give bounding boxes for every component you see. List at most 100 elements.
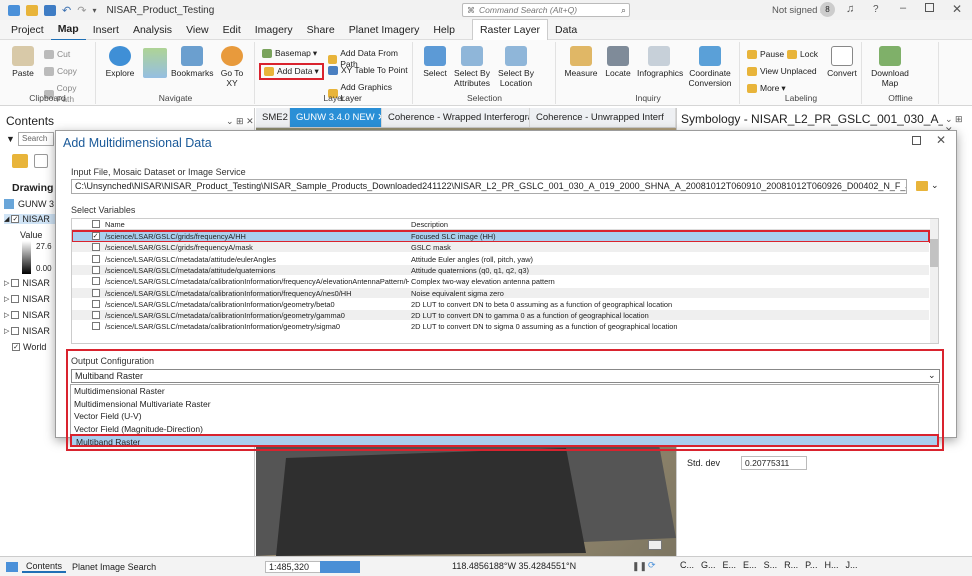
layer-checkbox[interactable]	[11, 279, 20, 287]
close-dialog-icon[interactable]: ✕	[936, 133, 946, 147]
layer-gunw[interactable]: GUNW 3	[4, 199, 54, 209]
menu-project[interactable]: Project	[4, 20, 51, 40]
option-multidimensional-raster[interactable]: Multidimensional Raster	[70, 385, 939, 398]
tab-s[interactable]: S...	[764, 560, 778, 570]
variable-checkbox[interactable]: ✓	[91, 232, 100, 241]
list-by-drawing-order-icon[interactable]	[12, 154, 28, 168]
col-desc-header[interactable]: Description	[409, 219, 929, 229]
basemap-button[interactable]: Basemap ▾	[262, 48, 317, 59]
pause-drawing-icon[interactable]: ❚❚	[632, 561, 647, 572]
refresh-icon[interactable]: ⟳	[648, 560, 656, 571]
chevron-down-icon[interactable]: ⌄	[931, 180, 939, 191]
select-all-checkbox[interactable]	[91, 220, 100, 229]
tab-g[interactable]: G...	[701, 560, 716, 570]
layer-world[interactable]: ✓ World	[12, 342, 46, 352]
map-nav-icons[interactable]	[320, 561, 360, 573]
zoom-tools-icon[interactable]	[143, 48, 167, 78]
layer-checkbox[interactable]	[11, 327, 20, 335]
tab-r[interactable]: R...	[784, 560, 798, 570]
table-row[interactable]: /science/LSAR/GSLC/metadata/calibrationI…	[72, 287, 929, 299]
menu-data[interactable]: Data	[548, 20, 584, 40]
paste-button[interactable]: Paste	[6, 46, 40, 78]
table-row[interactable]: /science/LSAR/GSLC/metadata/attitude/qua…	[72, 264, 929, 277]
menu-planet-imagery[interactable]: Planet Imagery	[342, 20, 427, 40]
download-map-button[interactable]: Download Map	[869, 46, 911, 88]
close-window-icon[interactable]: ✕	[952, 2, 962, 16]
tab-sme2[interactable]: SME2	[256, 108, 290, 127]
copy-button[interactable]: Copy	[44, 66, 77, 77]
menu-view[interactable]: View	[179, 20, 216, 40]
contents-search-input[interactable]: Search	[18, 132, 54, 146]
tab-j[interactable]: J...	[845, 560, 857, 570]
variable-checkbox[interactable]	[91, 277, 100, 286]
user-avatar[interactable]: 8	[820, 2, 835, 17]
table-row[interactable]: /science/LSAR/GSLC/metadata/attitude/eul…	[72, 254, 929, 265]
col-name-header[interactable]: Name	[103, 219, 409, 229]
pause-button[interactable]: Pause	[747, 49, 784, 60]
tab-e2[interactable]: E...	[743, 560, 757, 570]
variable-checkbox[interactable]	[91, 254, 100, 263]
menu-imagery[interactable]: Imagery	[248, 20, 300, 40]
tab-p[interactable]: P...	[805, 560, 817, 570]
layer-nisar-3[interactable]: ▷ NISAR	[4, 294, 50, 304]
layer-checkbox[interactable]	[11, 311, 20, 319]
layer-checkbox[interactable]: ✓	[12, 343, 20, 351]
tab-h[interactable]: H...	[824, 560, 838, 570]
minimize-icon[interactable]: –	[900, 2, 906, 14]
menu-raster-layer[interactable]: Raster Layer	[471, 18, 549, 41]
tab-coherence-unwrapped[interactable]: Coherence - Unwrapped Interf	[530, 108, 676, 127]
new-project-icon[interactable]	[8, 4, 20, 16]
go-to-xy-button[interactable]: Go To XY	[215, 46, 249, 88]
layer-nisar-4[interactable]: ▷ NISAR	[4, 310, 50, 320]
add-data-button[interactable]: Add Data ▾	[259, 63, 324, 80]
command-search[interactable]: ⌘ Command Search (Alt+Q) ⌕	[462, 3, 630, 17]
explore-button[interactable]: Explore	[103, 46, 137, 78]
menu-share[interactable]: Share	[300, 20, 342, 40]
map-table-icon[interactable]	[648, 540, 662, 550]
option-vector-field-uv[interactable]: Vector Field (U-V)	[70, 410, 939, 423]
layer-nisar-selected[interactable]: ◢ ✓ NISAR	[4, 214, 56, 224]
table-row[interactable]: /science/LSAR/GSLC/metadata/calibrationI…	[72, 299, 929, 310]
tab-e[interactable]: E...	[723, 560, 737, 570]
table-row-selected[interactable]: ✓ /science/LSAR/GSLC/grids/frequencyA/HH F…	[72, 229, 930, 244]
variable-checkbox[interactable]	[91, 322, 100, 331]
redo-icon[interactable]: ↷	[77, 4, 86, 17]
layer-checkbox[interactable]: ✓	[11, 215, 20, 223]
xy-table-to-point-button[interactable]: XY Table To Point	[328, 65, 408, 76]
input-path-field[interactable]: C:\Unsynched\NISAR\NISAR_Product_Testing…	[71, 179, 907, 194]
variable-checkbox[interactable]	[91, 288, 100, 297]
table-scrollbar[interactable]	[930, 219, 938, 343]
tab-gunw[interactable]: GUNW 3.4.0 NEW ✕	[290, 108, 382, 127]
table-row[interactable]: /science/LSAR/GSLC/grids/frequencyA/mask…	[72, 242, 929, 254]
variable-checkbox[interactable]	[91, 311, 100, 320]
bookmarks-button[interactable]: Bookmarks	[171, 46, 214, 78]
cut-button[interactable]: Cut	[44, 49, 70, 60]
tab-coherence-wrapped[interactable]: Coherence - Wrapped Interferogram	[382, 108, 530, 127]
pane-menu-icon[interactable]: ⌄ ⊞ ✕	[226, 116, 254, 127]
lock-button[interactable]: Lock	[787, 49, 818, 60]
table-row[interactable]: /science/LSAR/GSLC/metadata/calibrationI…	[72, 321, 929, 333]
layer-nisar-2[interactable]: ▷ NISAR	[4, 278, 50, 288]
view-unplaced-button[interactable]: View Unplaced	[747, 66, 817, 77]
menu-help[interactable]: Help	[426, 20, 462, 40]
variable-checkbox[interactable]	[91, 265, 100, 274]
menu-edit[interactable]: Edit	[216, 20, 248, 40]
option-multiband-raster[interactable]: Multiband Raster	[70, 434, 939, 447]
open-folder-icon[interactable]	[26, 4, 38, 16]
convert-button[interactable]: Convert	[825, 46, 859, 78]
table-row[interactable]: /science/LSAR/GSLC/metadata/calibrationI…	[72, 276, 929, 288]
maximize-icon[interactable]	[925, 3, 934, 12]
undo-icon[interactable]: ↶	[62, 4, 71, 17]
layer-checkbox[interactable]	[11, 295, 20, 303]
browse-folder-icon[interactable]	[916, 181, 928, 191]
select-by-attributes-button[interactable]: Select By Attributes	[452, 46, 492, 88]
coordinate-conversion-button[interactable]: Coordinate Conversion	[685, 46, 735, 88]
option-multidimensional-multivariate[interactable]: Multidimensional Multivariate Raster	[70, 398, 939, 411]
customize-toolbar-icon[interactable]: ▾	[92, 6, 96, 15]
select-button[interactable]: Select	[420, 46, 450, 78]
measure-button[interactable]: Measure	[563, 46, 599, 78]
notifications-icon[interactable]: ♫	[846, 3, 854, 15]
save-icon[interactable]	[44, 4, 56, 16]
filter-icon[interactable]: ▼	[6, 134, 15, 144]
variable-checkbox[interactable]	[91, 243, 100, 252]
